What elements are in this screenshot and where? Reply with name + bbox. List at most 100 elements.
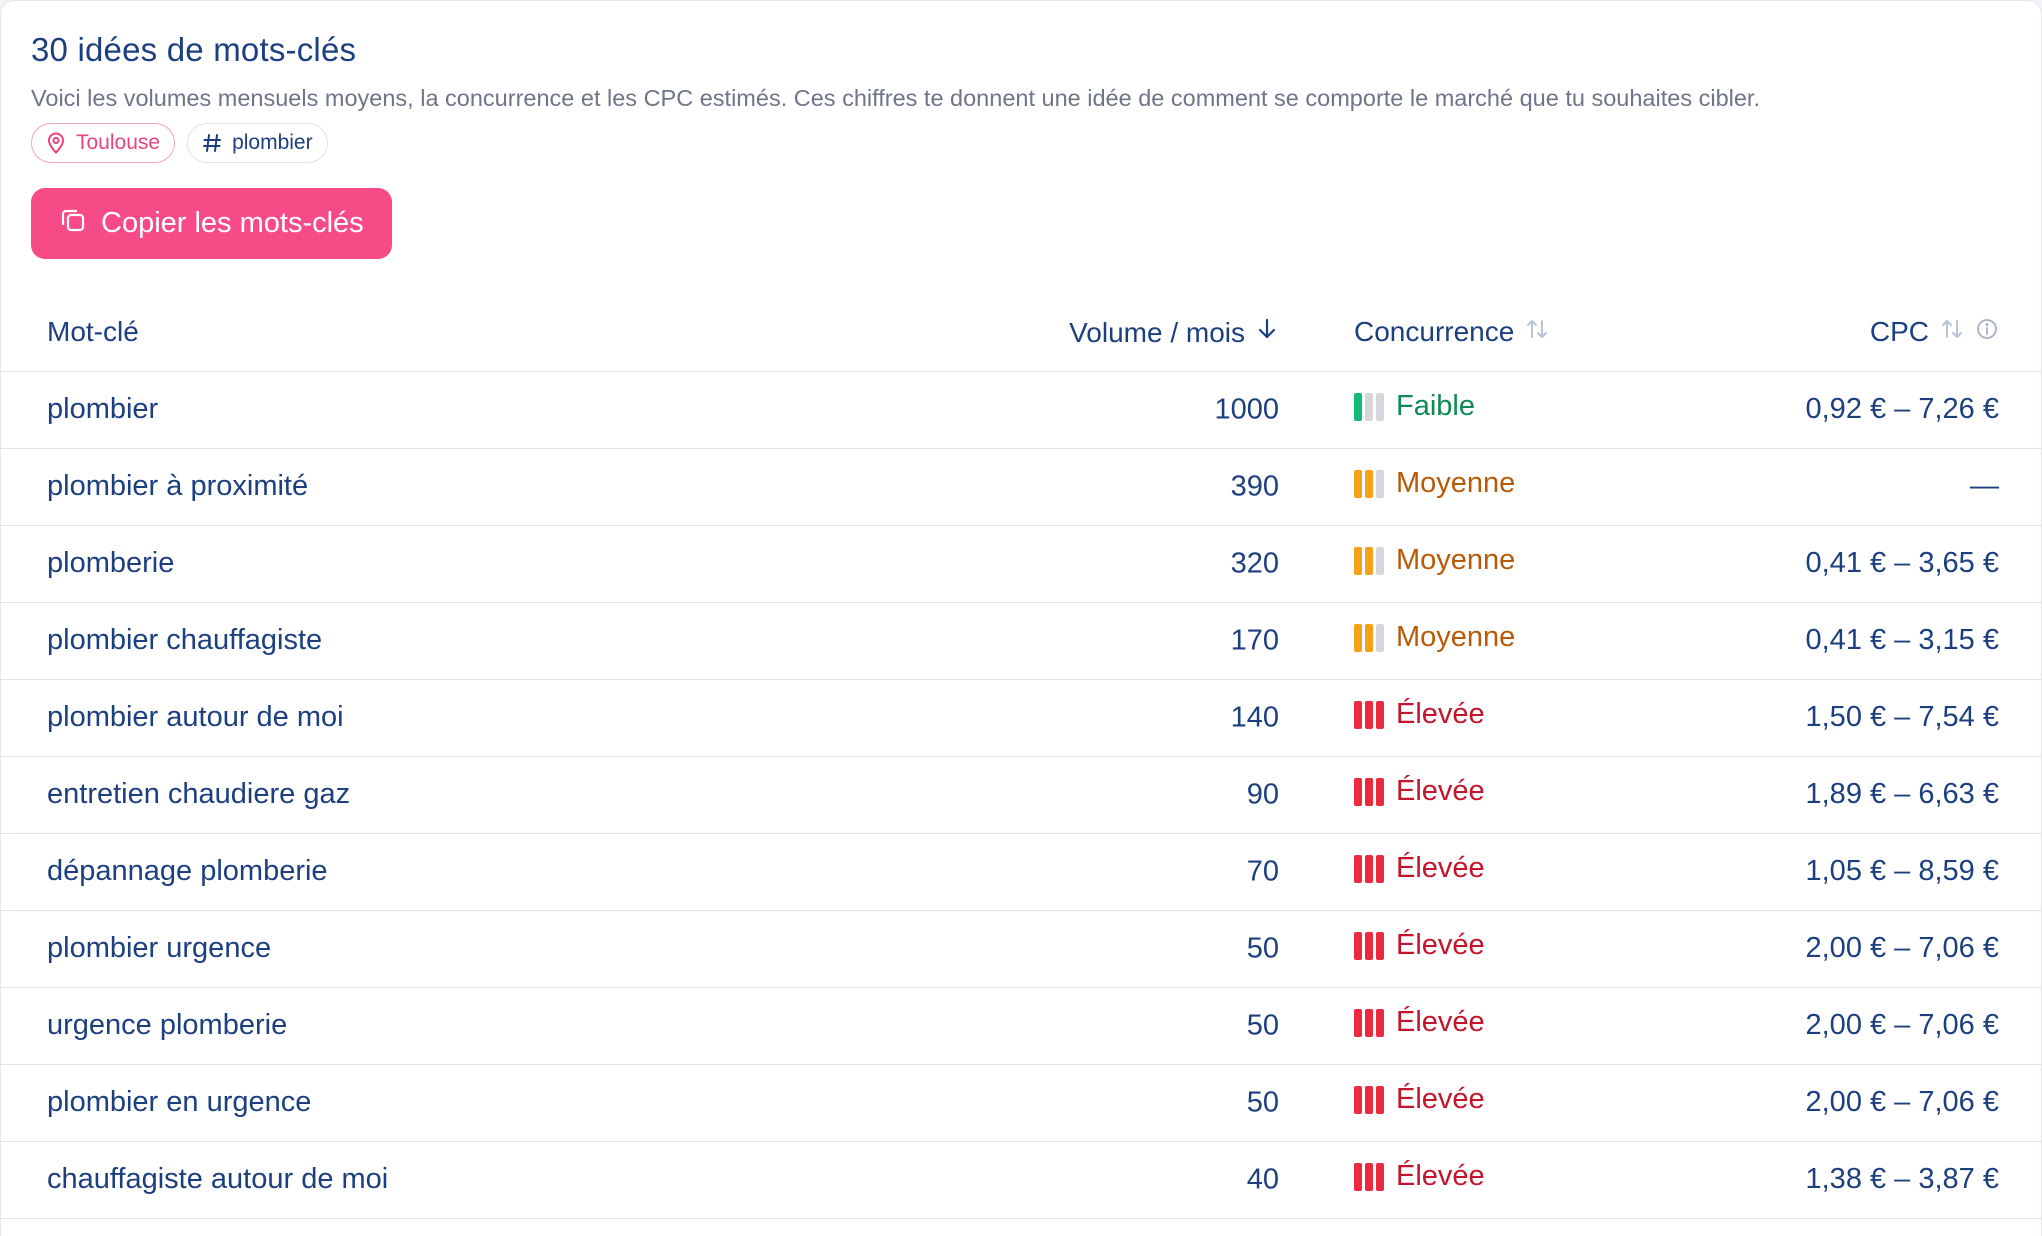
table-row[interactable]: plombier chauffagiste 170 Moyenne 0,41 € – … [1,602,2042,680]
location-chip-label: Toulouse [76,131,161,154]
competition-bar [1365,1008,1373,1037]
copy-keywords-label: Copier les mots-clés [101,207,364,239]
competition-level: Faible [1354,390,1475,423]
cpc-cell: 0,41 € – 3,65 € [1739,525,2042,603]
competition-bars-icon [1354,469,1384,498]
table-row[interactable]: plombier autour de moi 140 Élevée 1,50 € – … [1,679,2042,757]
table-row[interactable]: chauffagiste autour de moi 40 Élevée 1,38 €… [1,1141,2042,1219]
cpc-cell: 0,41 € – 3,15 € [1739,602,2042,680]
keyword-cell: plombier à proximité 390 [1,448,1304,526]
cpc-cell: 2,00 € – 7,06 € [1739,1064,2042,1142]
competition-bars-icon [1354,1162,1384,1191]
column-header-competition[interactable]: Concurrence [1304,294,1739,372]
cpc-value: 2,00 € – 7,06 € [1805,932,2000,964]
cpc-cell: 1,50 € – 7,54 € [1739,679,2042,757]
info-icon[interactable] [1975,316,1999,348]
keyword-text: plombier autour de moi [47,701,344,733]
keyword-text: plombier [47,393,159,425]
keyword-text: plomberie [47,547,175,579]
competition-bar [1354,700,1362,729]
volume-value: 140 [1230,701,1279,733]
competition-bar [1365,854,1373,883]
arrow-down-icon[interactable] [1255,316,1279,349]
competition-level: Moyenne [1354,621,1515,654]
volume-value: 40 [1246,1163,1279,1195]
competition-cell: Élevée [1304,679,1739,757]
competition-label: Élevée [1396,775,1485,808]
competition-cell: Élevée [1304,1141,1739,1219]
competition-level: Moyenne [1354,467,1515,500]
volume-value: 170 [1230,624,1279,656]
table-row[interactable]: plombier urgence 50 Élevée 2,00 € – 7,06 € [1,910,2042,988]
volume-value: 50 [1246,932,1279,964]
keywords-table-body: plombier 1000 Faible 0,92 € – 7,26 € plombie… [1,371,2042,1219]
competition-cell: Moyenne [1304,525,1739,603]
competition-bar [1354,931,1362,960]
cpc-value: 1,38 € – 3,87 € [1805,1163,2000,1195]
competition-cell: Élevée [1304,987,1739,1065]
competition-bar [1376,777,1384,806]
keyword-cell: dépannage plomberie 70 [1,833,1304,911]
cpc-value: 2,00 € – 7,06 € [1805,1009,2000,1041]
volume-value: 50 [1246,1086,1279,1118]
competition-bars-icon [1354,546,1384,575]
table-row[interactable]: urgence plomberie 50 Élevée 2,00 € – 7,06 € [1,987,2042,1065]
sort-icon[interactable] [1524,316,1550,349]
competition-cell: Élevée [1304,910,1739,988]
competition-bar [1365,546,1373,575]
competition-bars-icon [1354,623,1384,652]
competition-bar [1354,1085,1362,1114]
table-row[interactable]: plombier en urgence 50 Élevée 2,00 € – 7,06… [1,1064,2042,1142]
cpc-cell: — [1739,448,2042,526]
competition-bars-icon [1354,700,1384,729]
table-row[interactable]: dépannage plomberie 70 Élevée 1,05 € – 8,59… [1,833,2042,911]
competition-bar [1376,623,1384,652]
cpc-cell: 1,05 € – 8,59 € [1739,833,2042,911]
competition-label: Moyenne [1396,467,1516,500]
page-title: 30 idées de mots-clés [31,31,357,68]
competition-bar [1365,931,1373,960]
location-pin-icon [46,132,66,154]
competition-bar [1376,546,1384,575]
table-row[interactable]: entretien chaudiere gaz 90 Élevée 1,89 € – … [1,756,2042,834]
location-chip[interactable]: Toulouse [31,123,176,163]
column-header-volume[interactable]: Volume / mois [1001,294,1279,371]
column-header-cpc-label: CPC [1869,316,1929,348]
volume-value: 50 [1246,1009,1279,1041]
keyword-cell: entretien chaudiere gaz 90 [1,756,1304,834]
sort-icon[interactable] [1939,316,1965,349]
competition-bar [1376,469,1384,498]
competition-level: Élevée [1354,775,1485,808]
copy-keywords-button[interactable]: Copier les mots-clés [31,188,392,259]
competition-label: Élevée [1396,698,1485,731]
keyword-text: urgence plomberie [47,1009,288,1041]
competition-level: Élevée [1354,852,1485,885]
competition-level: Élevée [1354,698,1485,731]
keyword-text: chauffagiste autour de moi [47,1163,389,1195]
cpc-cell: 0,92 € – 7,26 € [1739,371,2042,449]
cpc-cell: 2,00 € – 7,06 € [1739,987,2042,1065]
table-row[interactable]: plombier 1000 Faible 0,92 € – 7,26 € [1,371,2042,449]
competition-level: Élevée [1354,1160,1485,1193]
competition-bar [1365,623,1373,652]
table-row[interactable]: plomberie 320 Moyenne 0,41 € – 3,65 € [1,525,2042,603]
competition-level: Élevée [1354,1083,1485,1116]
competition-bars-icon [1354,1085,1384,1114]
column-header-cpc[interactable]: CPC [1739,294,2042,372]
competition-bar [1354,1008,1362,1037]
column-header-volume-label: Volume / mois [1069,316,1245,348]
table-row[interactable]: plombier à proximité 390 Moyenne — [1,448,2042,526]
keyword-cell: plombier chauffagiste 170 [1,602,1304,680]
volume-value: 90 [1246,778,1279,810]
competition-level: Élevée [1354,929,1485,962]
keyword-text: plombier en urgence [47,1086,312,1118]
cpc-cell: 1,38 € – 3,87 € [1739,1141,2042,1219]
page-subtitle: Voici les volumes mensuels moyens, la co… [31,85,1760,111]
cpc-cell: 2,00 € – 7,06 € [1739,910,2042,988]
keyword-chip[interactable]: plombier [187,123,328,163]
keyword-cell: chauffagiste autour de moi 40 [1,1141,1304,1219]
competition-bar [1354,546,1362,575]
cpc-value: — [1970,470,1999,502]
competition-bar [1354,469,1362,498]
volume-value: 320 [1230,547,1279,579]
